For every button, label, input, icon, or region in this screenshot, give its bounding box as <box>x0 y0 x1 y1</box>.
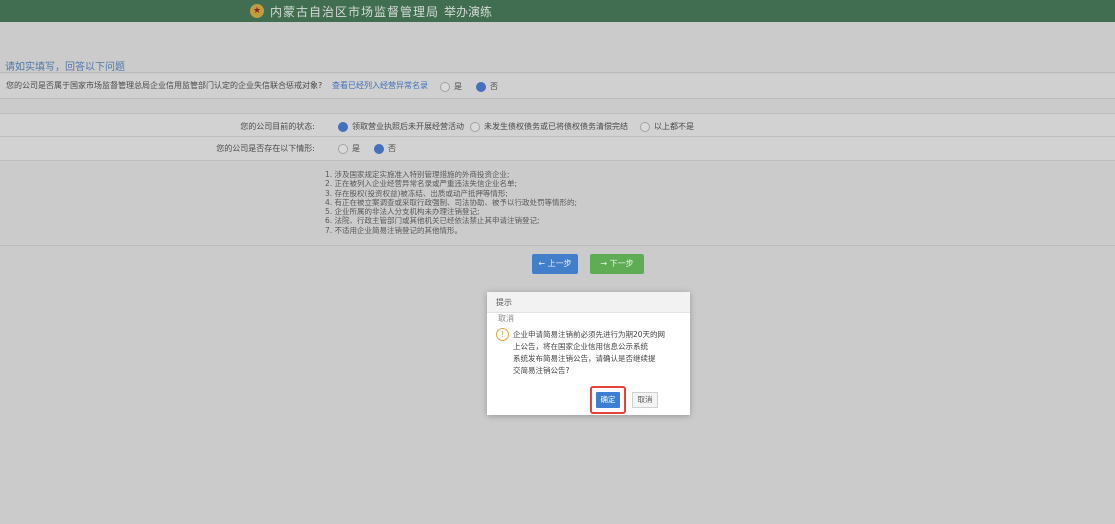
cancel-button[interactable]: 取消 <box>632 392 658 408</box>
modal-overlay <box>0 0 1115 524</box>
dialog-message-line: 交简易注销公告? <box>513 366 570 375</box>
dialog-header: 提示 <box>487 292 690 313</box>
confirm-dialog: 提示 取消 ! 企业申请简易注销前必须先进行为期20天的网 上公告，将在国家企业… <box>487 292 690 415</box>
dialog-message-line: 企业申请简易注销前必须先进行为期20天的网 <box>513 330 666 339</box>
confirm-button[interactable]: 确定 <box>596 392 620 408</box>
warning-icon: ! <box>496 328 509 341</box>
dialog-message: 企业申请简易注销前必须先进行为期20天的网 上公告，将在国家企业信用信息公示系统… <box>513 329 681 377</box>
dialog-message-line: 系统发布简易注销公告，请确认是否继续提 <box>513 354 656 363</box>
dialog-title: 提示 <box>496 298 512 307</box>
dialog-message-line: 上公告，将在国家企业信用信息公示系统 <box>513 342 648 351</box>
dialog-close-link[interactable]: 取消 <box>498 313 514 324</box>
